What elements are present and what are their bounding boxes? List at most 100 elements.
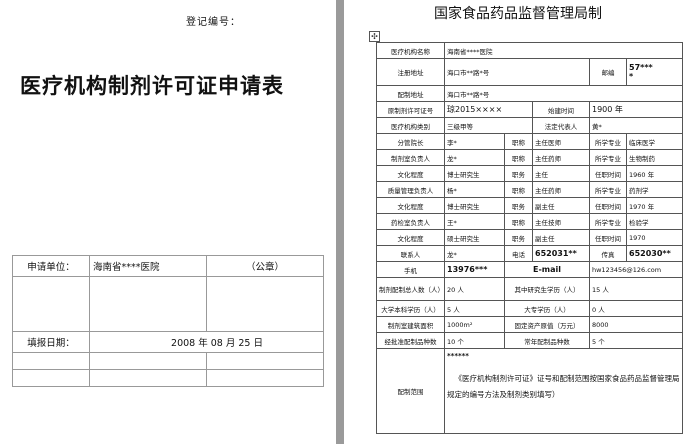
college-value[interactable]: 0 人 xyxy=(588,300,684,317)
r1-label: 所学专业 xyxy=(589,133,627,150)
table-move-handle-icon[interactable]: ✣ xyxy=(369,31,380,42)
established-value[interactable]: 1900 年 xyxy=(588,101,684,118)
r7-value[interactable]: 硕士研究生 xyxy=(444,229,505,246)
grad-label: 其中研究生学历（人） xyxy=(504,277,590,301)
r3-value[interactable]: 博士研究生 xyxy=(444,165,505,182)
tel-label: 电话 xyxy=(504,245,533,262)
established-label: 始建时间 xyxy=(532,101,590,118)
r6-value[interactable]: 王* xyxy=(444,213,505,230)
r3-label: 职务 xyxy=(504,165,533,182)
applicant-value[interactable]: 海南省****医院 xyxy=(89,255,207,277)
approved-count-value[interactable]: 10 个 xyxy=(444,332,505,349)
org-name-value[interactable]: 海南省****医院 xyxy=(443,42,684,59)
blank-cell xyxy=(12,276,90,332)
r6-label: 所学专业 xyxy=(589,213,627,230)
applicant-label: 申请单位： xyxy=(12,255,90,277)
r2-value[interactable]: 龙* xyxy=(444,149,505,166)
right-page: 国家食品药品监督管理局制 ✣ 医疗机构名称 海南省****医院 注册地址 海口市… xyxy=(344,0,692,444)
total-staff-value[interactable]: 20 人 xyxy=(444,277,505,301)
r6-label: 职称 xyxy=(504,213,533,230)
r5-value[interactable]: 博士研究生 xyxy=(444,197,505,214)
area-label: 制剂室建筑面积 xyxy=(376,316,445,333)
prep-addr-label: 配制地址 xyxy=(376,85,445,102)
annual-count-value[interactable]: 5 个 xyxy=(588,332,684,349)
legal-rep-value[interactable]: 黄* xyxy=(588,117,684,134)
zip-line2: * xyxy=(629,72,634,81)
r2-label: 职称 xyxy=(504,149,533,166)
r2-value[interactable]: 主任药师 xyxy=(532,149,590,166)
fax-value[interactable]: 652030** xyxy=(625,245,684,262)
r1-value[interactable]: 临床医学 xyxy=(625,133,684,150)
r7-label: 职务 xyxy=(504,229,533,246)
r4-label: 职称 xyxy=(504,181,533,198)
category-value[interactable]: 三级甲等 xyxy=(444,117,533,134)
assets-value[interactable]: 8000 xyxy=(588,316,684,333)
r5-label: 任职时间 xyxy=(589,197,627,214)
mobile-value[interactable]: 13976*** xyxy=(444,261,505,278)
scope-cell[interactable]: ****** 《医疗机构制剂许可证》证号和配制范围按国家食品药品监督管理局规定的… xyxy=(443,348,684,434)
orig-license-value[interactable]: 琼2015×××× xyxy=(444,101,533,118)
contact-value[interactable]: 龙* xyxy=(444,245,505,262)
area-value[interactable]: 1000m² xyxy=(444,316,505,333)
r1-value[interactable]: 李* xyxy=(444,133,505,150)
orig-license-label: 原制剂许可证号 xyxy=(376,101,445,118)
left-page: 登记编号： 医疗机构制剂许可证申请表 申请单位： 海南省****医院 （公章） … xyxy=(0,0,336,444)
contact-label: 联系人 xyxy=(376,245,445,262)
r2-value[interactable]: 生物制药 xyxy=(625,149,684,166)
r6-label: 药检室负责人 xyxy=(376,213,445,230)
zip-value[interactable]: 57*** * xyxy=(625,58,684,86)
r4-value[interactable]: 药剂学 xyxy=(625,181,684,198)
mobile-label: 手机 xyxy=(376,261,445,278)
r7-label: 任职时间 xyxy=(589,229,627,246)
r4-value[interactable]: 杨* xyxy=(444,181,505,198)
email-value[interactable]: hw123456@126.com xyxy=(588,261,684,278)
blank-cell xyxy=(89,369,207,387)
fax-label: 传真 xyxy=(589,245,627,262)
r7-label: 文化程度 xyxy=(376,229,445,246)
r4-value[interactable]: 主任药师 xyxy=(532,181,590,198)
r5-value[interactable]: 副主任 xyxy=(532,197,590,214)
assets-label: 固定资产原值（万元） xyxy=(504,316,590,333)
r1-value[interactable]: 主任医师 xyxy=(532,133,590,150)
r7-value[interactable]: 1970 xyxy=(625,229,684,246)
date-value[interactable]: 2008 年 08 月 25 日 xyxy=(89,331,324,353)
form-title: 医疗机构制剂许可证申请表 xyxy=(20,74,284,98)
r1-label: 分管院长 xyxy=(376,133,445,150)
r3-label: 文化程度 xyxy=(376,165,445,182)
blank-cell xyxy=(206,276,324,332)
institution-info-table: 医疗机构名称 海南省****医院 注册地址 海口市**路*号 邮编 57*** *… xyxy=(376,42,684,434)
registration-number-label: 登记编号： xyxy=(186,17,241,28)
email-label: E-mail xyxy=(504,261,590,278)
seal-label: （公章） xyxy=(206,255,324,277)
r6-value[interactable]: 主任技师 xyxy=(532,213,590,230)
blank-cell xyxy=(206,352,324,370)
r3-value[interactable]: 主任 xyxy=(532,165,590,182)
blank-cell xyxy=(89,352,207,370)
r5-label: 文化程度 xyxy=(376,197,445,214)
scope-head: ****** xyxy=(447,352,469,360)
scope-label: 配制范围 xyxy=(376,348,445,434)
grad-value[interactable]: 15 人 xyxy=(588,277,684,301)
r3-value[interactable]: 1960 年 xyxy=(625,165,684,182)
r6-value[interactable]: 检验学 xyxy=(625,213,684,230)
r3-label: 任职时间 xyxy=(589,165,627,182)
blank-cell xyxy=(12,352,90,370)
r2-label: 所学专业 xyxy=(589,149,627,166)
date-label: 填报日期： xyxy=(12,331,90,353)
r5-value[interactable]: 1970 年 xyxy=(625,197,684,214)
reg-addr-value[interactable]: 海口市**路*号 xyxy=(444,58,590,86)
bachelor-value[interactable]: 5 人 xyxy=(444,300,505,317)
org-name-label: 医疗机构名称 xyxy=(376,42,445,59)
r2-label: 制剂室负责人 xyxy=(376,149,445,166)
r1-label: 职称 xyxy=(504,133,533,150)
blank-cell xyxy=(89,276,207,332)
r4-label: 所学专业 xyxy=(589,181,627,198)
reg-addr-label: 注册地址 xyxy=(376,58,445,86)
blank-cell xyxy=(12,369,90,387)
approved-count-label: 经批准配制品种数 xyxy=(376,332,445,349)
r7-value[interactable]: 副主任 xyxy=(532,229,590,246)
prep-addr-value[interactable]: 海口市**路*号 xyxy=(443,85,684,102)
category-label: 医疗机构类别 xyxy=(376,117,445,134)
tel-value[interactable]: 652031** xyxy=(532,245,590,262)
legal-rep-label: 法定代表人 xyxy=(532,117,590,134)
